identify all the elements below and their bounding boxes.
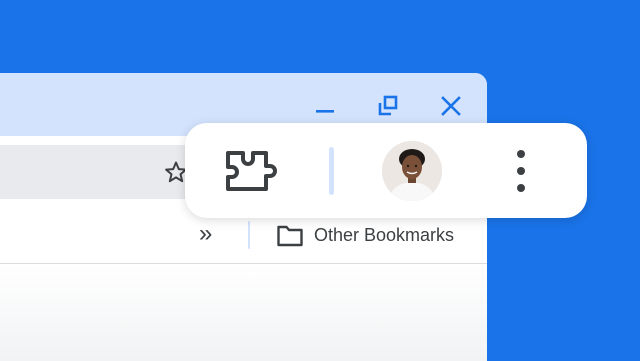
- folder-icon: [276, 224, 304, 248]
- bookmarks-overflow-button[interactable]: »: [199, 222, 212, 246]
- avatar[interactable]: [382, 141, 442, 201]
- other-bookmarks-folder[interactable]: Other Bookmarks: [314, 224, 454, 246]
- bookmarks-separator: [248, 221, 250, 249]
- vertical-dots-icon[interactable]: [516, 150, 526, 192]
- page-content: [0, 264, 487, 361]
- minimize-icon[interactable]: [313, 94, 337, 118]
- puzzle-piece-icon[interactable]: [226, 149, 278, 193]
- close-icon[interactable]: [439, 94, 463, 118]
- restore-icon[interactable]: [376, 94, 400, 118]
- popup-separator: [329, 147, 334, 195]
- toolbar-popup: [185, 123, 587, 218]
